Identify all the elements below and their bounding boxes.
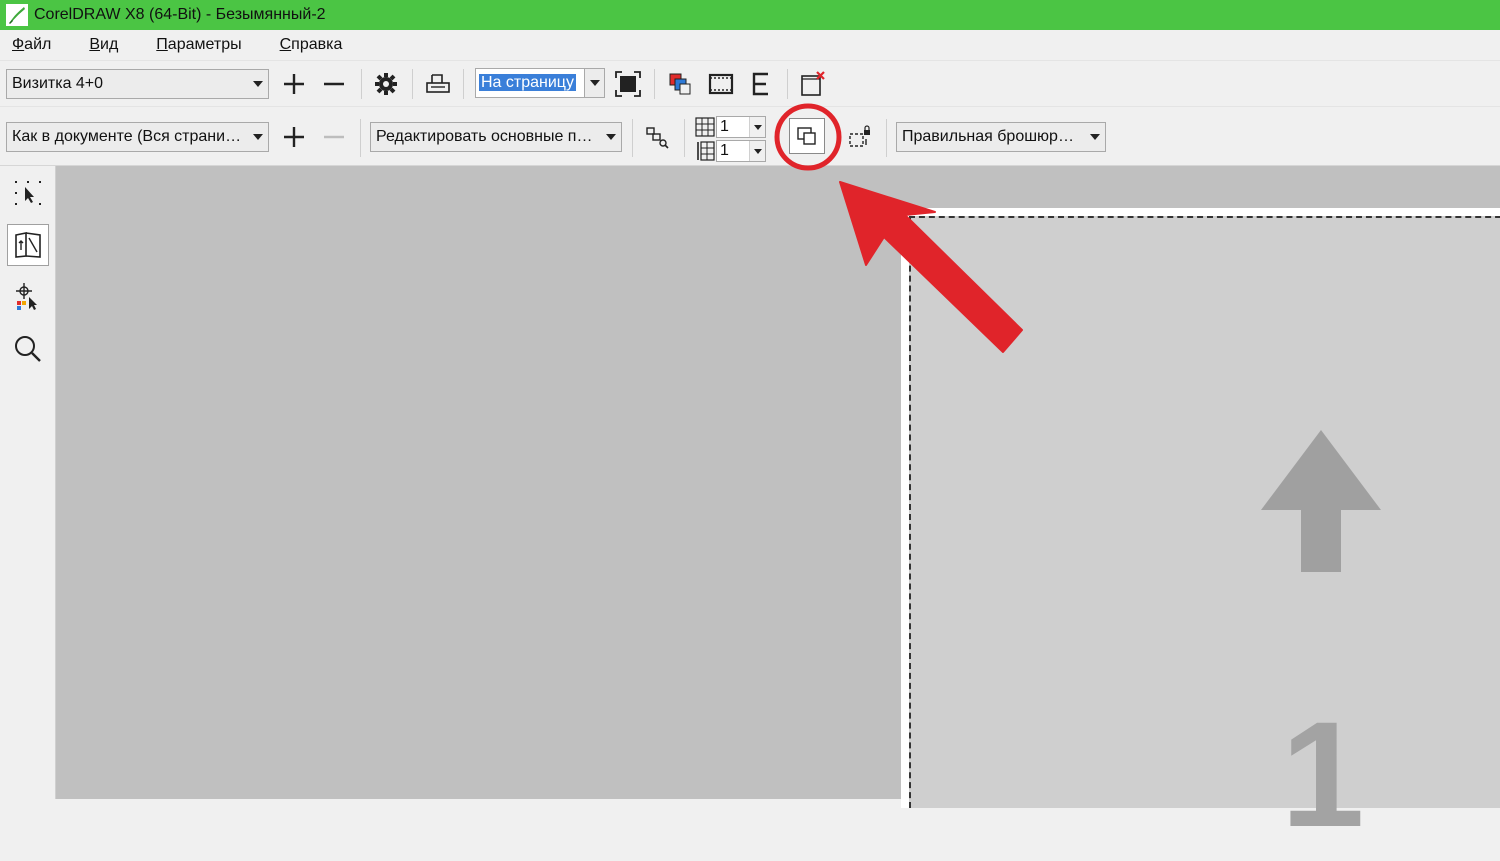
zoom-value[interactable]: На страницу [479, 74, 576, 91]
menu-bar: Файл Вид Параметры Справка [0, 30, 1500, 60]
lock-layout-icon [849, 125, 870, 147]
menu-help[interactable]: Справка [274, 36, 349, 54]
marks-placement-tool[interactable] [7, 276, 49, 318]
separator [360, 119, 361, 157]
title-bar: CorelDRAW X8 (64-Bit) - Безымянный-2 [0, 0, 1500, 30]
columns-spinner[interactable]: 1 [716, 116, 766, 138]
page-area: 1 [909, 216, 1500, 858]
chevron-down-icon[interactable] [1085, 123, 1105, 151]
rows-grid-icon [697, 141, 715, 161]
printer-icon [426, 74, 450, 93]
edit-master-value: Редактировать основные п… [376, 128, 593, 145]
minus-icon [324, 135, 344, 139]
edit-master-dropdown[interactable]: Редактировать основные п… [370, 122, 622, 152]
binding-dropdown[interactable]: Правильная брошюр… [896, 122, 1106, 152]
gutter-button[interactable] [789, 118, 825, 154]
pick-tool[interactable] [7, 172, 49, 214]
chevron-down-icon[interactable] [749, 117, 765, 137]
fit-page-button[interactable] [613, 69, 643, 99]
template-search-button[interactable] [642, 122, 672, 152]
remove-page-button[interactable] [319, 122, 349, 152]
emulsion-icon [752, 72, 768, 96]
arrow-up-icon [1261, 430, 1381, 572]
separator [886, 119, 887, 157]
print-page: 1 [901, 208, 1500, 858]
film-button[interactable] [706, 69, 736, 99]
imposition-toolbar: Как в документе (Вся страни… Редактирова… [0, 106, 1500, 166]
magnifier-icon [15, 336, 41, 362]
zoom-dropdown[interactable]: На страницу [475, 68, 605, 98]
separator [787, 69, 788, 99]
chevron-down-icon[interactable] [749, 141, 765, 161]
separator [654, 69, 655, 99]
preset-dropdown[interactable]: Визитка 4+0 [6, 69, 269, 99]
columns-grid-icon [695, 117, 715, 137]
print-mode-dropdown[interactable]: Как в документе (Вся страни… [6, 122, 269, 152]
gear-icon [375, 73, 397, 95]
separator [361, 69, 362, 99]
preset-value: Визитка 4+0 [12, 75, 104, 92]
close-preview-icon [801, 71, 825, 96]
coreldraw-logo-icon [6, 4, 28, 26]
separator [463, 69, 464, 99]
menu-view[interactable]: Вид [83, 36, 124, 54]
plus-icon [284, 127, 304, 147]
menu-file[interactable]: Файл [6, 36, 57, 54]
marks-placement-icon [16, 283, 37, 310]
page-number: 1 [1281, 690, 1365, 858]
chevron-down-icon[interactable] [248, 70, 268, 98]
add-page-button[interactable] [279, 122, 309, 152]
imposition-layout-icon [15, 232, 41, 258]
rows-value[interactable]: 1 [717, 142, 749, 160]
plus-icon [284, 74, 304, 94]
film-icon [708, 73, 734, 95]
print-preview-toolbar: Визитка 4+0 На страницу [0, 60, 1500, 106]
preview-canvas[interactable]: 1 [56, 166, 1500, 858]
print-button[interactable] [423, 69, 453, 99]
separator [632, 119, 633, 157]
columns-value[interactable]: 1 [717, 118, 749, 136]
add-preset-button[interactable] [279, 69, 309, 99]
gutter-icon [797, 127, 816, 145]
emulsion-button[interactable] [746, 69, 776, 99]
rows-spinner[interactable]: 1 [716, 140, 766, 162]
toolbox [0, 166, 56, 799]
chevron-down-icon[interactable] [584, 69, 604, 97]
close-preview-button[interactable] [798, 69, 828, 99]
zoom-tool[interactable] [7, 328, 49, 370]
pick-tool-icon [15, 181, 41, 205]
separator [684, 119, 685, 157]
color-separations-icon [669, 73, 691, 95]
chevron-down-icon[interactable] [248, 123, 268, 151]
color-separations-button[interactable] [665, 69, 695, 99]
print-mode-value: Как в документе (Вся страни… [12, 128, 242, 145]
separator [412, 69, 413, 99]
layout-search-icon [646, 127, 669, 149]
chevron-down-icon[interactable] [601, 123, 621, 151]
binding-value: Правильная брошюр… [902, 128, 1074, 145]
print-settings-button[interactable] [371, 69, 401, 99]
minus-icon [324, 82, 344, 86]
imposition-layout-tool[interactable] [7, 224, 49, 266]
menu-settings[interactable]: Параметры [150, 36, 247, 54]
window-title: CorelDRAW X8 (64-Bit) - Безымянный-2 [34, 6, 326, 23]
lock-layout-button[interactable] [845, 122, 875, 152]
fit-to-page-icon [615, 71, 641, 97]
remove-preset-button[interactable] [319, 69, 349, 99]
